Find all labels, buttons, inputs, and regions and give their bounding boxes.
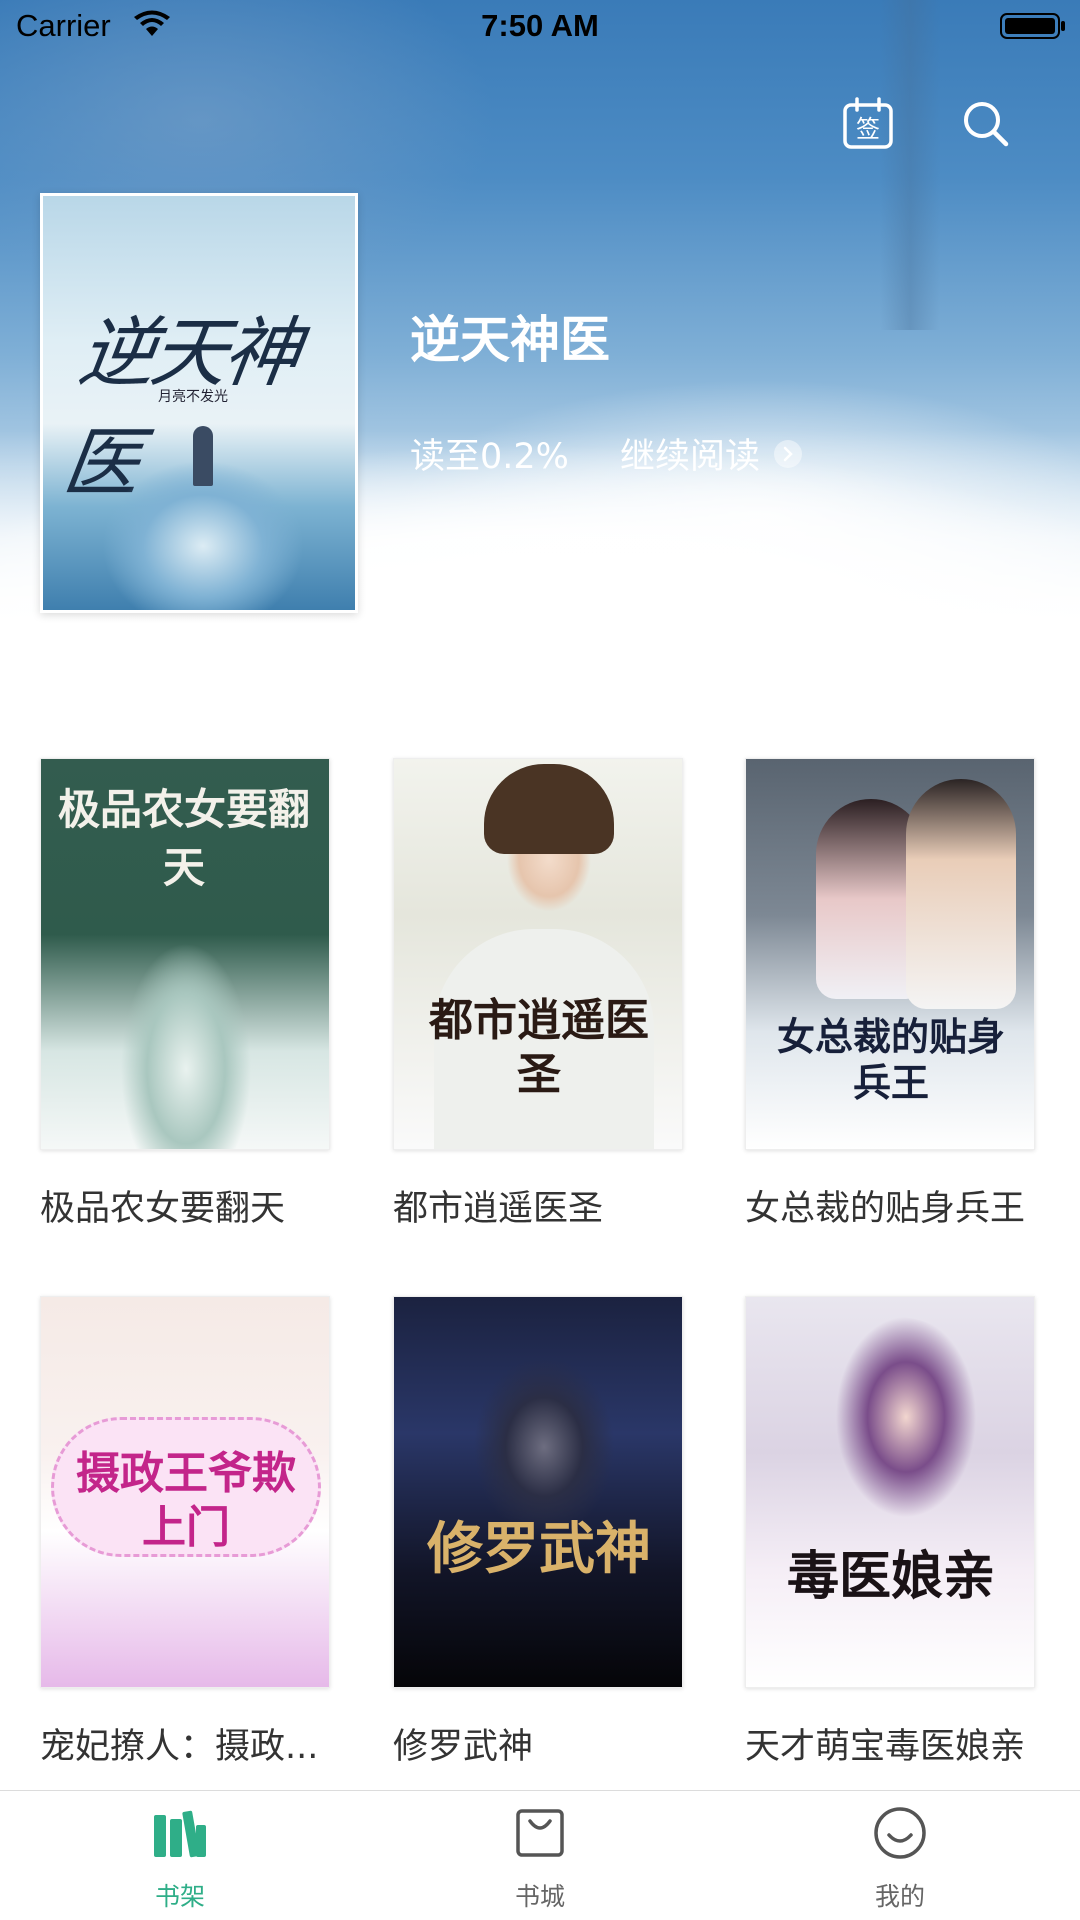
book-cover: 都市逍遥医圣 — [393, 758, 683, 1150]
cover-title: 毒医娘亲 — [786, 1546, 995, 1607]
tab-mine[interactable]: 我的 — [720, 1791, 1080, 1920]
continue-reading-label: 继续阅读 — [620, 437, 761, 477]
shelf-book-5[interactable]: 修罗武神 修罗武神 — [393, 1296, 683, 1769]
featured-cover-author: 月亮不发光 — [158, 389, 228, 405]
featured-book-title[interactable]: 逆天神医 — [410, 300, 610, 372]
book-title: 极品农女要翻天 — [40, 1189, 286, 1229]
cover-art — [121, 909, 251, 1149]
cover-art — [906, 779, 1016, 1009]
tab-bar: 书架 书城 我的 — [0, 1790, 1080, 1920]
chevron-right-icon — [774, 439, 803, 468]
smiley-icon — [874, 1807, 926, 1859]
cover-title: 女总裁的贴身兵王 — [776, 1014, 1005, 1105]
shelf-book-1[interactable]: 极品农女要翻天 极品农女要翻天 — [40, 758, 330, 1231]
book-cover: 摄政王爷欺上门 — [40, 1296, 330, 1688]
calendar-sign-icon[interactable]: 签 — [840, 96, 896, 152]
book-title: 都市逍遥医圣 — [393, 1189, 604, 1229]
book-cover: 毒医娘亲 — [745, 1296, 1035, 1688]
book-cover: 极品农女要翻天 — [40, 758, 330, 1150]
shelf-book-6[interactable]: 毒医娘亲 天才萌宝毒医娘亲 — [745, 1296, 1035, 1769]
battery-icon — [1000, 13, 1065, 39]
book-cover: 女总裁的贴身兵王 — [745, 758, 1035, 1150]
continue-reading-button[interactable]: 继续阅读 — [620, 428, 803, 479]
shelf-book-2[interactable]: 都市逍遥医圣 都市逍遥医圣 — [393, 758, 683, 1231]
signin-label: 签 — [856, 115, 880, 143]
book-title: 天才萌宝毒医娘亲 — [745, 1727, 1026, 1767]
search-icon[interactable] — [958, 96, 1014, 152]
cover-title: 修罗武神 — [427, 1516, 651, 1582]
reading-progress: 读至0.2% — [410, 437, 569, 477]
status-time: 7:50 AM — [481, 8, 599, 43]
book-cover: 修罗武神 — [393, 1296, 683, 1688]
cover-title: 摄政王爷欺上门 — [76, 1448, 296, 1553]
tab-label: 书架 — [154, 1882, 205, 1911]
book-title: 修罗武神 — [393, 1727, 534, 1767]
shopping-bag-icon — [516, 1809, 564, 1857]
featured-book-cover[interactable]: 逆天神医 月亮不发光 — [40, 193, 358, 613]
status-bar: Carrier 7:50 AM — [0, 0, 1080, 54]
cover-art — [806, 1317, 986, 1557]
bookshelf-icon — [154, 1810, 206, 1858]
cover-title: 极品农女要翻天 — [57, 785, 310, 892]
cover-figure-art — [193, 426, 213, 486]
shelf-book-3[interactable]: 女总裁的贴身兵王 女总裁的贴身兵王 — [745, 758, 1035, 1231]
cover-title: 都市逍遥医圣 — [429, 995, 649, 1100]
book-title: 宠妃撩人：摄政... — [40, 1727, 319, 1767]
tab-label: 书城 — [514, 1882, 565, 1911]
tab-bookshelf[interactable]: 书架 — [0, 1791, 360, 1920]
tab-bookstore[interactable]: 书城 — [360, 1791, 720, 1920]
book-title: 女总裁的贴身兵王 — [745, 1189, 1026, 1229]
tab-label: 我的 — [874, 1882, 925, 1911]
shelf-book-4[interactable]: 摄政王爷欺上门 宠妃撩人：摄政... — [40, 1296, 330, 1769]
